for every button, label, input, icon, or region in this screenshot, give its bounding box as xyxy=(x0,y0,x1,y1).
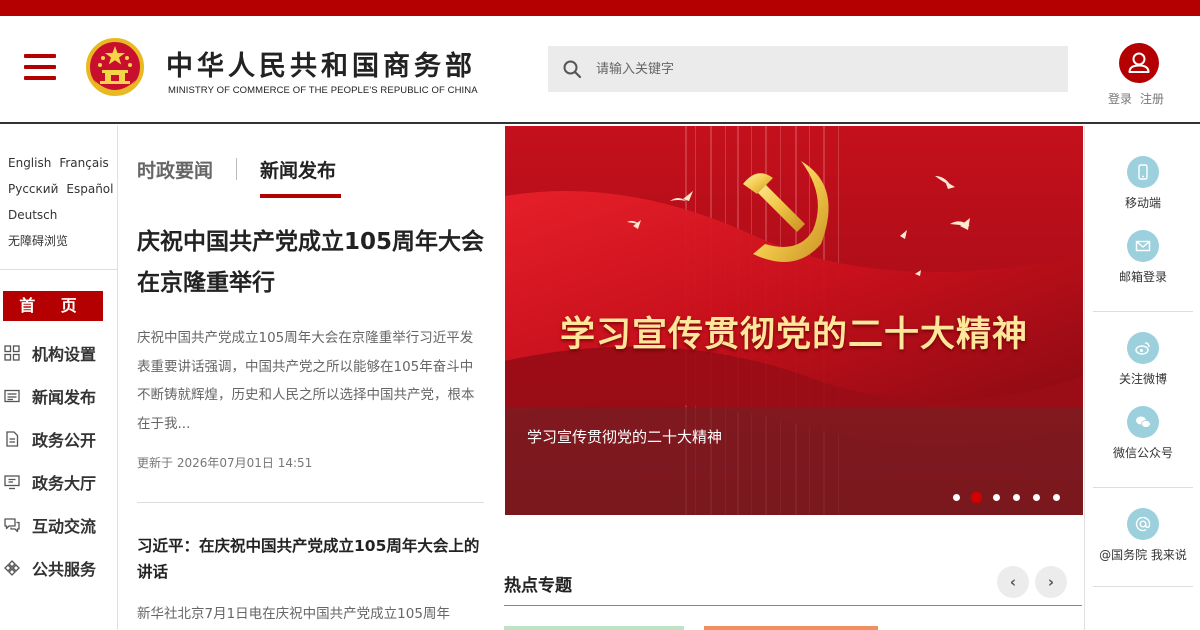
service-icon xyxy=(4,559,20,576)
hot-topics-next-button[interactable]: › xyxy=(1035,566,1067,598)
carousel-dot[interactable] xyxy=(993,493,1000,501)
wechat-label: 微信公众号 xyxy=(1112,446,1173,460)
newspaper-icon xyxy=(4,389,20,402)
search-icon[interactable] xyxy=(562,59,582,79)
lang-french-link[interactable]: Français xyxy=(59,156,108,170)
grid-icon xyxy=(4,344,20,361)
lead-news-summary: 庆祝中国共产党成立105周年大会在京隆重举行习近平发表重要讲话强调，中国共产党之… xyxy=(137,330,475,432)
nav-label: 互动交流 xyxy=(32,516,97,536)
site-title: 中华人民共和国商务部 xyxy=(166,51,476,82)
search-bar xyxy=(548,46,1068,92)
mail-icon xyxy=(1127,230,1159,262)
tab-press-release[interactable]: 新闻发布 xyxy=(260,156,336,183)
language-links: English Français Русский Español Deutsch 无… xyxy=(0,126,117,270)
lead-news-title[interactable]: 庆祝中国共产党成立105周年大会在京隆重举行 xyxy=(137,222,484,304)
tab-separator xyxy=(236,158,237,180)
left-sidebar: English Français Русский Español Deutsch 无… xyxy=(0,126,118,630)
site-subtitle: MINISTRY OF COMMERCE OF THE PEOPLE'S REP… xyxy=(168,85,478,96)
nav-item-interaction[interactable]: 互动交流 xyxy=(0,503,118,546)
nav-label: 政务公开 xyxy=(32,430,97,450)
search-input[interactable] xyxy=(596,46,1056,92)
user-icon[interactable] xyxy=(1119,43,1159,83)
carousel-dot[interactable] xyxy=(1013,493,1020,501)
hamburger-menu-icon[interactable] xyxy=(24,54,56,82)
mobile-link[interactable]: 移动端 xyxy=(1085,156,1200,211)
right-divider xyxy=(1093,311,1193,312)
mobile-label: 移动端 xyxy=(1124,196,1161,210)
hot-topic-card[interactable] xyxy=(704,626,878,630)
nav-item-gov-affairs[interactable]: 政务公开 xyxy=(0,417,118,460)
state-council-link[interactable]: @国务院 我来说 xyxy=(1085,508,1200,563)
carousel-dots xyxy=(953,490,1073,504)
carousel-dot[interactable] xyxy=(1033,493,1040,501)
nav-label: 政务大厅 xyxy=(32,473,97,493)
monitor-icon xyxy=(4,474,20,489)
chevron-left-icon: ‹ xyxy=(1009,573,1017,591)
mail-login-link[interactable]: 邮箱登录 xyxy=(1085,230,1200,285)
tab-current-affairs[interactable]: 时政要闻 xyxy=(137,156,213,183)
carousel-dot[interactable] xyxy=(1053,493,1060,501)
nav-item-organization[interactable]: 机构设置 xyxy=(0,331,118,374)
hot-topic-card[interactable] xyxy=(504,626,684,630)
hot-topics-title: 热点专题 xyxy=(504,576,572,596)
lang-russian-link[interactable]: Русский xyxy=(8,182,58,196)
active-tab-indicator xyxy=(260,194,341,198)
weibo-link[interactable]: 关注微博 xyxy=(1085,332,1200,387)
home-button[interactable]: 首 页 xyxy=(3,291,103,321)
chevron-right-icon: › xyxy=(1047,573,1055,591)
lang-english-link[interactable]: English xyxy=(8,156,51,170)
nav-label: 公共服务 xyxy=(32,559,97,579)
chat-icon xyxy=(4,517,20,532)
nav-item-service-hall[interactable]: 政务大厅 xyxy=(0,460,118,503)
hot-topics-divider xyxy=(504,605,1082,606)
top-red-bar xyxy=(0,0,1200,16)
hot-topics-prev-button[interactable]: ‹ xyxy=(997,566,1029,598)
wechat-icon xyxy=(1127,406,1159,438)
nav-item-news[interactable]: 新闻发布 xyxy=(0,374,118,417)
document-icon xyxy=(6,430,19,447)
banner-carousel[interactable]: 学习宣传贯彻党的二十大精神 学习宣传贯彻党的二十大精神 xyxy=(505,126,1083,515)
lang-spanish-link[interactable]: Español xyxy=(66,182,113,196)
register-link[interactable]: 注册 xyxy=(1140,92,1164,106)
news-divider xyxy=(137,502,484,503)
national-emblem-icon xyxy=(86,38,144,96)
lead-news-timestamp: 更新于 2026年07月01日 14:51 xyxy=(137,456,313,470)
right-divider xyxy=(1093,487,1193,488)
banner-caption[interactable]: 学习宣传贯彻党的二十大精神 xyxy=(527,426,722,447)
lang-german-link[interactable]: Deutsch xyxy=(8,208,57,222)
carousel-dot-active[interactable] xyxy=(971,491,982,503)
news-column: 时政要闻 新闻发布 庆祝中国共产党成立105周年大会在京隆重举行 庆祝中国共产党… xyxy=(137,126,484,630)
at-sign-icon xyxy=(1127,508,1159,540)
state-council-label: @国务院 我来说 xyxy=(1099,548,1187,562)
weibo-icon xyxy=(1127,332,1159,364)
nav-label: 机构设置 xyxy=(32,344,97,364)
nav-label: 新闻发布 xyxy=(32,387,97,407)
news-item-summary: 新华社北京7月1日电在庆祝中国共产党成立105周年 xyxy=(137,606,450,622)
accessibility-link[interactable]: 无障碍浏览 xyxy=(8,234,68,248)
carousel-dot[interactable] xyxy=(953,493,960,501)
login-link[interactable]: 登录 xyxy=(1108,92,1132,106)
news-item-title[interactable]: 习近平：在庆祝中国共产党成立105周年大会上的讲话 xyxy=(137,533,484,585)
nav-item-public-service[interactable]: 公共服务 xyxy=(0,546,118,589)
wechat-link[interactable]: 微信公众号 xyxy=(1085,406,1200,461)
banner-headline: 学习宣传贯彻党的二十大精神 xyxy=(559,315,1028,355)
right-sidebar: 移动端 邮箱登录 关注微博 微信公众号 @国务院 我来说 xyxy=(1084,126,1200,630)
site-header: 中华人民共和国商务部 MINISTRY OF COMMERCE OF THE P… xyxy=(0,16,1200,124)
main-nav: 机构设置 新闻发布 政务公开 政务大厅 互动交流 公共服务 xyxy=(0,331,118,589)
weibo-label: 关注微博 xyxy=(1118,372,1167,386)
user-links: 登录 注册 xyxy=(1108,90,1172,107)
mobile-icon xyxy=(1127,156,1159,188)
mail-login-label: 邮箱登录 xyxy=(1118,270,1167,284)
right-divider xyxy=(1093,586,1193,587)
